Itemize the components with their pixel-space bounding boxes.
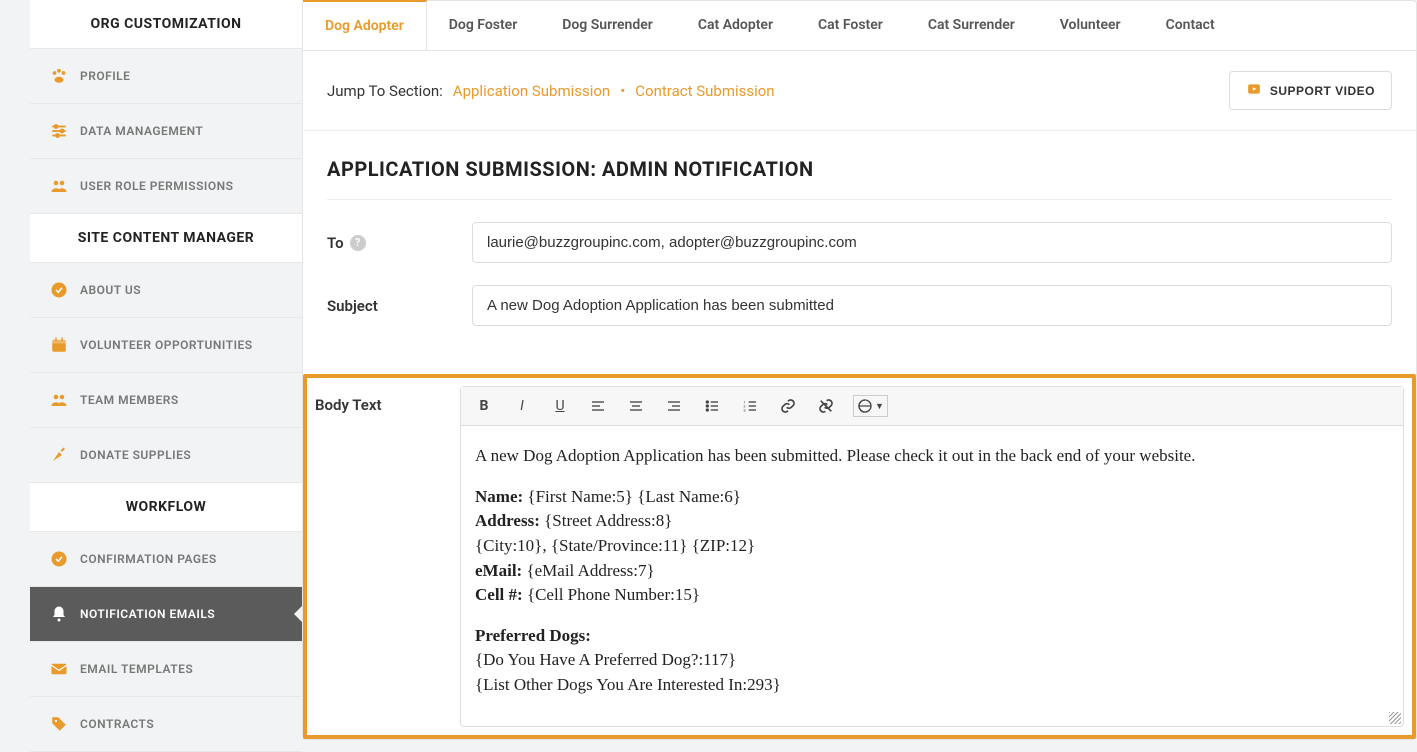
city-value: {City:10}, {State/Province:11} {ZIP:12}: [475, 536, 755, 555]
tab-dog-surrender[interactable]: Dog Surrender: [540, 1, 676, 50]
subject-input[interactable]: [472, 285, 1392, 326]
align-center-button[interactable]: [625, 395, 647, 417]
tab-cat-surrender[interactable]: Cat Surrender: [906, 1, 1038, 50]
tab-contact[interactable]: Contact: [1144, 1, 1238, 50]
align-right-button[interactable]: [663, 395, 685, 417]
sidebar-item-label: CONFIRMATION PAGES: [80, 552, 217, 566]
sidebar-item-contracts[interactable]: CONTRACTS: [30, 697, 302, 752]
rich-text-editor: B I U 123 ▼ A: [460, 386, 1404, 727]
email-value: {eMail Address:7}: [522, 561, 654, 580]
resize-handle[interactable]: [1389, 712, 1401, 724]
tab-dog-foster[interactable]: Dog Foster: [427, 1, 540, 50]
help-icon[interactable]: ?: [350, 235, 366, 251]
body-intro: A new Dog Adoption Application has been …: [475, 444, 1389, 469]
sidebar-item-volunteer[interactable]: VOLUNTEER OPPORTUNITIES: [30, 318, 302, 373]
sidebar-item-label: DATA MANAGEMENT: [80, 124, 203, 138]
check-circle-icon: [50, 550, 68, 568]
check-circle-icon: [50, 281, 68, 299]
svg-text:3: 3: [743, 407, 745, 412]
to-input[interactable]: [472, 222, 1392, 263]
body-label: Body Text: [315, 386, 460, 727]
email-label: eMail:: [475, 561, 522, 580]
preferred-2: {List Other Dogs You Are Interested In:2…: [475, 675, 781, 694]
sidebar-item-label: EMAIL TEMPLATES: [80, 662, 193, 676]
tabs: Dog Adopter Dog Foster Dog Surrender Cat…: [303, 1, 1416, 51]
sidebar-item-label: DONATE SUPPLIES: [80, 448, 191, 462]
sidebar-item-profile[interactable]: PROFILE: [30, 49, 302, 104]
jump-label: Jump To Section:: [327, 82, 443, 100]
tab-cat-foster[interactable]: Cat Foster: [796, 1, 906, 50]
carrot-icon: [50, 446, 68, 464]
name-label: Name:: [475, 487, 523, 506]
tab-volunteer[interactable]: Volunteer: [1038, 1, 1144, 50]
tab-dog-adopter[interactable]: Dog Adopter: [303, 0, 427, 50]
sidebar-item-label: CONTRACTS: [80, 717, 154, 731]
address-label: Address:: [475, 511, 540, 530]
sidebar: ORG CUSTOMIZATION PROFILE DATA MANAGEMEN…: [0, 0, 302, 751]
sidebar-item-notification-emails[interactable]: NOTIFICATION EMAILS: [30, 587, 302, 642]
sidebar-section-workflow: WORKFLOW: [30, 483, 302, 532]
sidebar-item-label: NOTIFICATION EMAILS: [80, 607, 215, 621]
sidebar-item-label: TEAM MEMBERS: [80, 393, 179, 407]
body-editor-highlight: Body Text B I U 123: [303, 374, 1416, 739]
cell-label: Cell #:: [475, 585, 523, 604]
address-value: {Street Address:8}: [540, 511, 672, 530]
cell-value: {Cell Phone Number:15}: [523, 585, 700, 604]
support-video-button[interactable]: SUPPORT VIDEO: [1229, 71, 1392, 110]
users-icon: [50, 177, 68, 195]
editor-toolbar: B I U 123 ▼: [461, 387, 1403, 426]
link-button[interactable]: [777, 395, 799, 417]
sidebar-section-org: ORG CUSTOMIZATION: [30, 0, 302, 49]
tab-cat-adopter[interactable]: Cat Adopter: [676, 1, 796, 50]
users-icon: [50, 391, 68, 409]
jump-separator: •: [620, 82, 625, 100]
preferred-label: Preferred Dogs:: [475, 626, 591, 645]
sidebar-section-content: SITE CONTENT MANAGER: [30, 214, 302, 263]
support-video-label: SUPPORT VIDEO: [1270, 84, 1375, 98]
jump-link-application[interactable]: Application Submission: [453, 82, 610, 100]
preferred-1: {Do You Have A Preferred Dog?:117}: [475, 650, 736, 669]
underline-button[interactable]: U: [549, 395, 571, 417]
sidebar-item-label: USER ROLE PERMISSIONS: [80, 179, 233, 193]
sliders-icon: [50, 122, 68, 140]
envelope-icon: [50, 660, 68, 678]
sidebar-item-donate[interactable]: DONATE SUPPLIES: [30, 428, 302, 483]
sidebar-item-label: ABOUT US: [80, 283, 141, 297]
subject-label: Subject: [327, 297, 378, 315]
bold-button[interactable]: B: [473, 395, 495, 417]
section-title: APPLICATION SUBMISSION: ADMIN NOTIFICATI…: [327, 157, 1392, 200]
sidebar-item-confirmation[interactable]: CONFIRMATION PAGES: [30, 532, 302, 587]
main-content: Dog Adopter Dog Foster Dog Surrender Cat…: [302, 0, 1417, 751]
sidebar-item-email-templates[interactable]: EMAIL TEMPLATES: [30, 642, 302, 697]
name-value: {First Name:5} {Last Name:6}: [523, 487, 741, 506]
editor-textarea[interactable]: A new Dog Adoption Application has been …: [461, 426, 1403, 726]
jump-link-contract[interactable]: Contract Submission: [635, 82, 774, 100]
insert-button[interactable]: ▼: [853, 395, 888, 417]
tag-icon: [50, 715, 68, 733]
unlink-button[interactable]: [815, 395, 837, 417]
calendar-icon: [50, 336, 68, 354]
paw-icon: [50, 67, 68, 85]
sidebar-item-team[interactable]: TEAM MEMBERS: [30, 373, 302, 428]
bullet-list-button[interactable]: [701, 395, 723, 417]
sidebar-item-label: VOLUNTEER OPPORTUNITIES: [80, 338, 253, 352]
video-icon: [1246, 82, 1262, 99]
sidebar-item-about[interactable]: ABOUT US: [30, 263, 302, 318]
to-label: To: [327, 234, 344, 252]
numbered-list-button[interactable]: 123: [739, 395, 761, 417]
sidebar-item-data-mgmt[interactable]: DATA MANAGEMENT: [30, 104, 302, 159]
sidebar-item-label: PROFILE: [80, 69, 130, 83]
sidebar-item-user-roles[interactable]: USER ROLE PERMISSIONS: [30, 159, 302, 214]
italic-button[interactable]: I: [511, 395, 533, 417]
bell-icon: [50, 605, 68, 623]
align-left-button[interactable]: [587, 395, 609, 417]
